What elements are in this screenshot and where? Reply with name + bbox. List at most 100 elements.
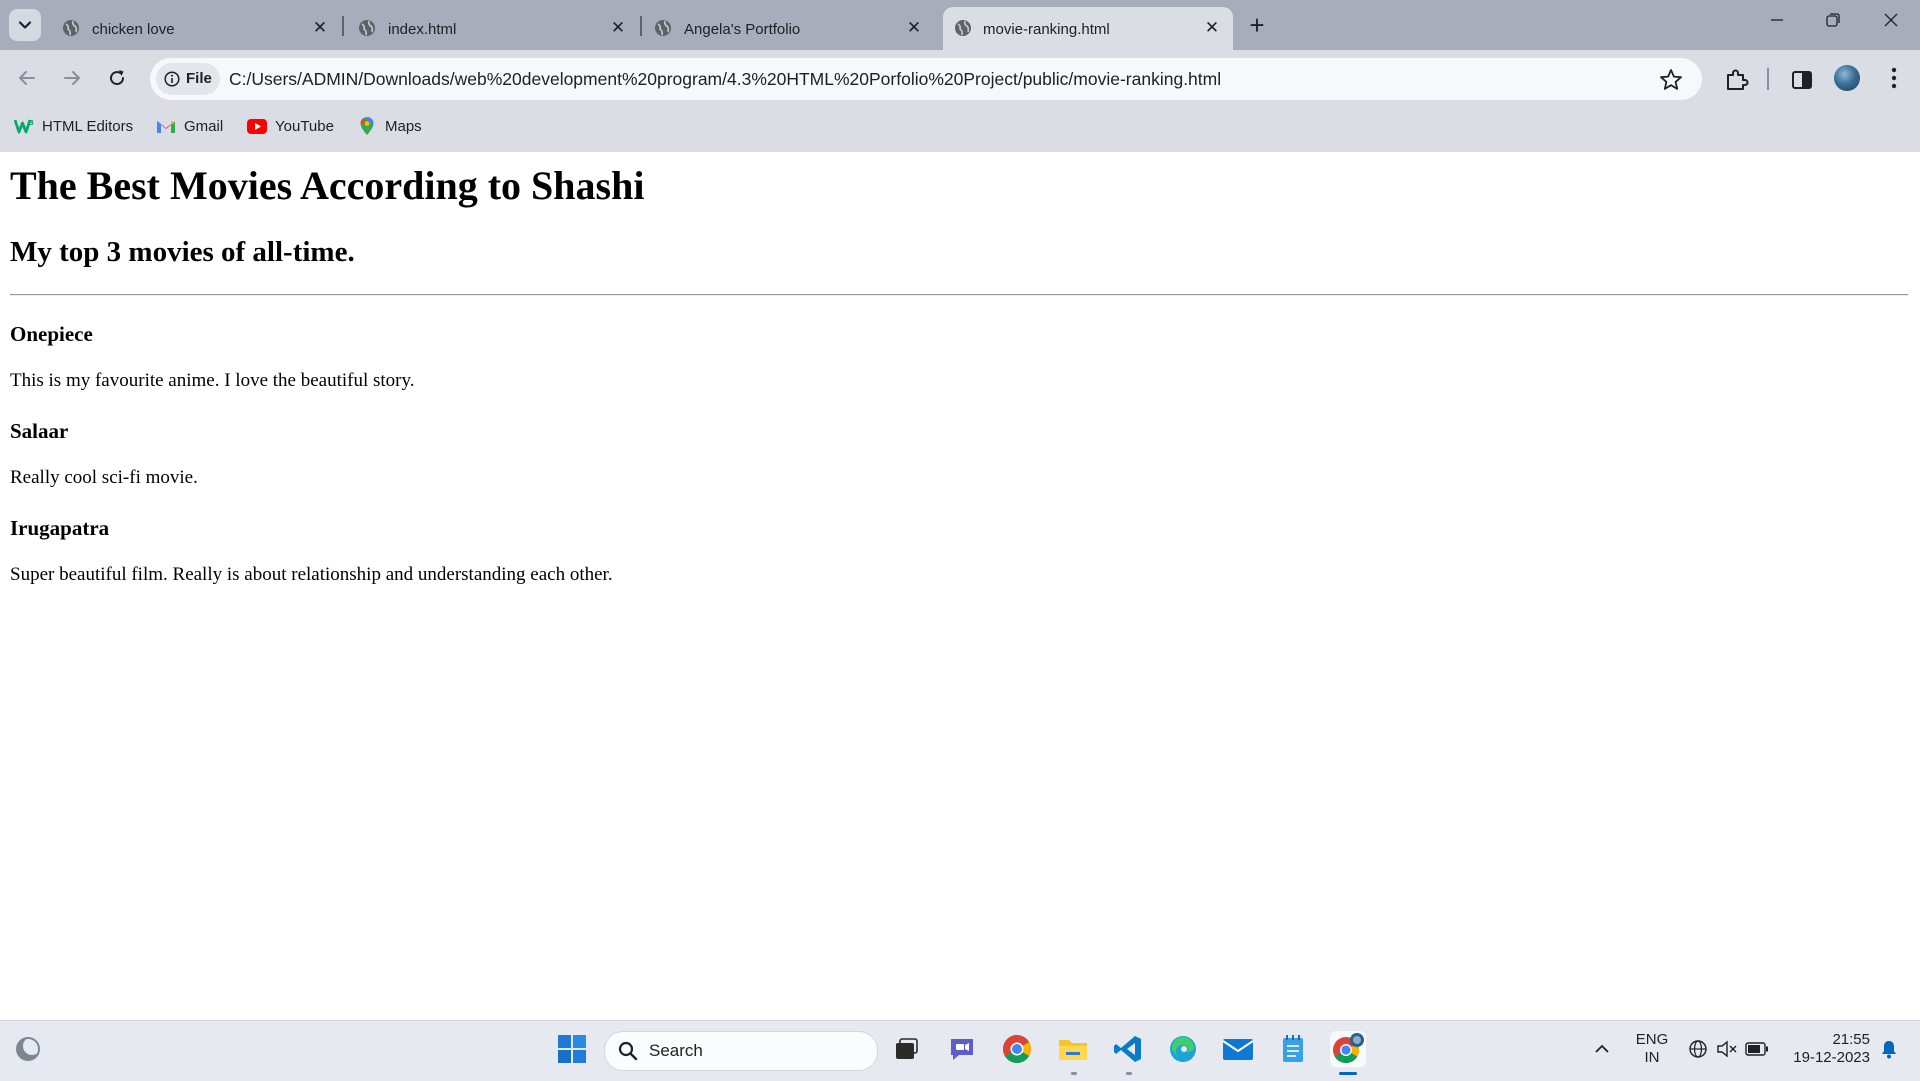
- movie-description: Super beautiful film. Really is about re…: [10, 564, 613, 585]
- tab-movie-ranking[interactable]: movie-ranking.html ✕: [943, 7, 1233, 50]
- w3schools-icon: 3: [14, 116, 34, 136]
- edge-button[interactable]: [1165, 1031, 1201, 1067]
- site-info-chip[interactable]: File: [156, 63, 220, 95]
- task-view-icon: [896, 1038, 918, 1059]
- language-indicator[interactable]: ENG IN: [1626, 1031, 1678, 1067]
- bookmark-label: Maps: [385, 117, 422, 135]
- movie-description: Really cool sci-fi movie.: [10, 467, 198, 488]
- bookmark-label: HTML Editors: [42, 117, 134, 135]
- network-button[interactable]: [1686, 1031, 1710, 1067]
- url-text[interactable]: C:/Users/ADMIN/Downloads/web%20developme…: [229, 69, 1221, 90]
- windows-icon: [558, 1035, 586, 1063]
- tab-angelas-portfolio[interactable]: Angela's Portfolio ✕: [642, 7, 932, 50]
- tab-search-button[interactable]: [9, 9, 41, 41]
- restore-icon: [1826, 13, 1840, 27]
- svg-text:3: 3: [29, 119, 34, 127]
- clock[interactable]: 21:55 19-12-2023: [1778, 1031, 1870, 1067]
- show-hidden-icons-button[interactable]: [1584, 1031, 1620, 1067]
- active-app-indicator: [1339, 1072, 1357, 1075]
- weather-icon: [16, 1037, 41, 1061]
- start-button[interactable]: [554, 1031, 590, 1067]
- weather-widget[interactable]: [10, 1031, 46, 1067]
- bookmark-html-editors[interactable]: 3 HTML Editors: [14, 116, 133, 136]
- vscode-button[interactable]: [1110, 1031, 1146, 1067]
- taskbar-search[interactable]: Search: [604, 1031, 878, 1071]
- bookmark-label: Gmail: [184, 117, 224, 135]
- volume-button[interactable]: [1714, 1031, 1740, 1067]
- tab-title: movie-ranking.html: [983, 21, 1110, 38]
- tab-title: chicken love: [92, 21, 175, 38]
- side-panel-icon[interactable]: [1788, 66, 1816, 94]
- running-indicator: [1071, 1072, 1077, 1075]
- mail-button[interactable]: [1220, 1031, 1256, 1067]
- close-icon: [1884, 13, 1898, 27]
- reload-icon: [110, 70, 125, 86]
- info-icon: [164, 71, 180, 87]
- bookmark-gmail[interactable]: Gmail: [156, 116, 223, 136]
- file-explorer-button[interactable]: [1055, 1031, 1091, 1067]
- chrome-icon: [1003, 1035, 1031, 1063]
- bookmark-maps[interactable]: Maps: [357, 116, 422, 136]
- notepad-icon: [1283, 1035, 1303, 1062]
- site-info-label: File: [186, 70, 212, 87]
- bookmark-label: YouTube: [275, 117, 334, 135]
- bookmark-youtube[interactable]: YouTube: [247, 116, 334, 136]
- restore-button[interactable]: [1818, 12, 1848, 38]
- tab-title: Angela's Portfolio: [684, 21, 801, 38]
- tab-title: index.html: [388, 21, 457, 38]
- globe-icon: [955, 20, 971, 36]
- chrome-taskbar-button[interactable]: [999, 1031, 1035, 1067]
- minimize-button[interactable]: [1762, 12, 1792, 38]
- battery-icon: [1745, 1042, 1768, 1056]
- maps-icon: [357, 116, 377, 136]
- chrome-profile-taskbar-button[interactable]: [1330, 1031, 1366, 1067]
- task-view-button[interactable]: [888, 1031, 924, 1067]
- battery-button[interactable]: [1744, 1031, 1770, 1067]
- language-code: ENG: [1635, 1031, 1669, 1048]
- running-indicator: [1126, 1072, 1132, 1075]
- page-subtitle: My top 3 movies of all-time.: [10, 236, 355, 268]
- back-button[interactable]: [9, 60, 45, 96]
- tab-chicken-love[interactable]: chicken love ✕: [48, 7, 338, 50]
- gmail-icon: [156, 116, 176, 136]
- globe-icon: [655, 20, 671, 36]
- tab-index-html[interactable]: index.html ✕: [344, 7, 634, 50]
- divider: [10, 294, 1908, 296]
- notepad-button[interactable]: [1275, 1031, 1311, 1067]
- chevron-up-icon: [1595, 1044, 1609, 1053]
- folder-icon: [1059, 1040, 1087, 1060]
- more-menu-icon[interactable]: [1884, 64, 1904, 92]
- forward-button[interactable]: [54, 60, 90, 96]
- close-tab-icon[interactable]: ✕: [1202, 18, 1222, 38]
- vscode-icon: [1114, 1036, 1141, 1062]
- bookmark-star-icon[interactable]: [1658, 67, 1684, 93]
- region-code: IN: [1644, 1049, 1660, 1066]
- reload-button[interactable]: [99, 60, 135, 96]
- chrome-profile-icon: [1333, 1033, 1364, 1064]
- arrow-left-icon: [19, 71, 35, 85]
- profile-avatar[interactable]: [1834, 65, 1860, 91]
- new-tab-button[interactable]: +: [1244, 12, 1270, 38]
- teams-chat-button[interactable]: [944, 1031, 980, 1067]
- globe-network-icon: [1689, 1040, 1707, 1058]
- edge-icon: [1170, 1036, 1196, 1062]
- extensions-icon[interactable]: [1722, 66, 1750, 94]
- close-tab-icon[interactable]: ✕: [310, 18, 330, 38]
- close-window-button[interactable]: [1876, 12, 1906, 38]
- clock-date: 19-12-2023: [1793, 1049, 1870, 1066]
- close-tab-icon[interactable]: ✕: [608, 18, 628, 38]
- arrow-right-icon: [64, 71, 80, 85]
- volume-muted-icon: [1717, 1040, 1737, 1058]
- search-icon: [618, 1041, 638, 1061]
- youtube-icon: [247, 116, 267, 136]
- notifications-button[interactable]: [1874, 1031, 1904, 1067]
- movie-title: Salaar: [10, 419, 69, 443]
- chat-icon: [951, 1039, 973, 1060]
- page-content: The Best Movies According to Shashi My t…: [0, 152, 1920, 1020]
- movie-title: Onepiece: [10, 322, 93, 346]
- chevron-down-icon: [18, 21, 32, 29]
- mail-icon: [1222, 1039, 1254, 1060]
- close-tab-icon[interactable]: ✕: [904, 18, 924, 38]
- movie-description: This is my favourite anime. I love the b…: [10, 370, 415, 391]
- page-title: The Best Movies According to Shashi: [10, 163, 645, 208]
